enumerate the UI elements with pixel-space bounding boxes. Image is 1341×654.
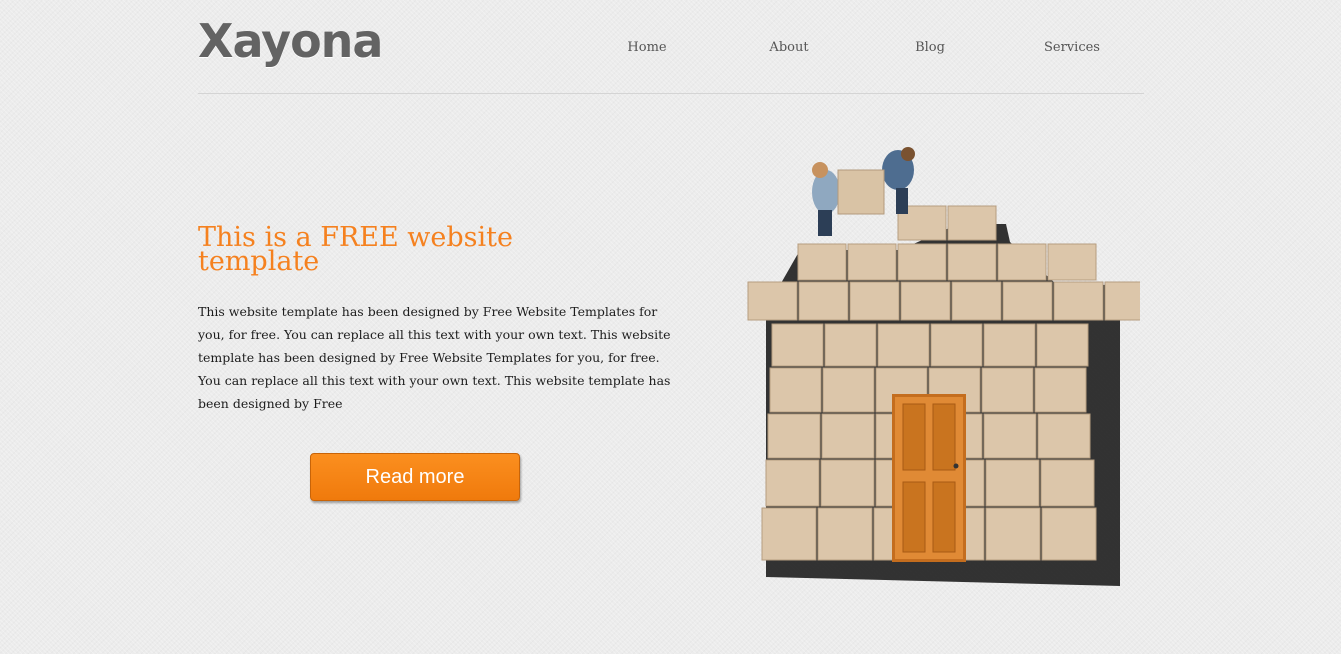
cardboard-box bbox=[947, 205, 997, 241]
cardboard-box bbox=[1002, 281, 1053, 321]
intro-text: This website template has been designed … bbox=[198, 304, 671, 411]
cardboard-box bbox=[821, 413, 875, 459]
cardboard-box bbox=[747, 281, 798, 321]
cardboard-box bbox=[849, 281, 900, 321]
cardboard-box bbox=[1040, 459, 1095, 507]
cardboard-box bbox=[798, 281, 849, 321]
cardboard-box bbox=[824, 323, 877, 367]
cardboard-box bbox=[983, 413, 1037, 459]
site-header: Xayona Home About Blog Services bbox=[198, 0, 1144, 94]
nav-about[interactable]: About bbox=[769, 40, 808, 55]
cardboard-box bbox=[1036, 323, 1089, 367]
cardboard-box bbox=[765, 459, 820, 507]
cardboard-box bbox=[847, 243, 897, 281]
nav-home[interactable]: Home bbox=[627, 40, 666, 55]
cardboard-box bbox=[997, 243, 1047, 281]
cardboard-box bbox=[1037, 413, 1091, 459]
cardboard-box bbox=[1041, 507, 1097, 561]
cardboard-box bbox=[820, 459, 875, 507]
box-house-illustration bbox=[747, 147, 1155, 586]
cardboard-box bbox=[761, 507, 817, 561]
cardboard-box bbox=[1047, 243, 1097, 281]
door bbox=[892, 394, 966, 562]
cardboard-box bbox=[1053, 281, 1104, 321]
cardboard-box bbox=[817, 507, 873, 561]
cardboard-box bbox=[797, 243, 847, 281]
cardboard-box bbox=[822, 367, 875, 413]
cardboard-box bbox=[1104, 281, 1155, 321]
cardboard-box bbox=[930, 323, 983, 367]
hero-image bbox=[740, 140, 1155, 600]
cardboard-box bbox=[877, 323, 930, 367]
cardboard-box bbox=[771, 323, 824, 367]
cardboard-box bbox=[981, 367, 1034, 413]
cardboard-box bbox=[985, 507, 1041, 561]
cardboard-box bbox=[1034, 367, 1087, 413]
cardboard-box bbox=[897, 243, 947, 281]
cardboard-box bbox=[983, 323, 1036, 367]
nav-blog[interactable]: Blog bbox=[915, 40, 945, 55]
nav-services[interactable]: Services bbox=[1044, 40, 1100, 55]
cardboard-box bbox=[951, 281, 1002, 321]
cardboard-box bbox=[767, 413, 821, 459]
hero-headline: This is a FREE website template bbox=[198, 222, 513, 277]
cardboard-box bbox=[900, 281, 951, 321]
read-more-button[interactable]: Read more bbox=[310, 453, 520, 501]
cardboard-box bbox=[985, 459, 1040, 507]
cardboard-box bbox=[769, 367, 822, 413]
cardboard-box bbox=[947, 243, 997, 281]
main-nav: Home About Blog Services bbox=[198, 40, 1144, 60]
